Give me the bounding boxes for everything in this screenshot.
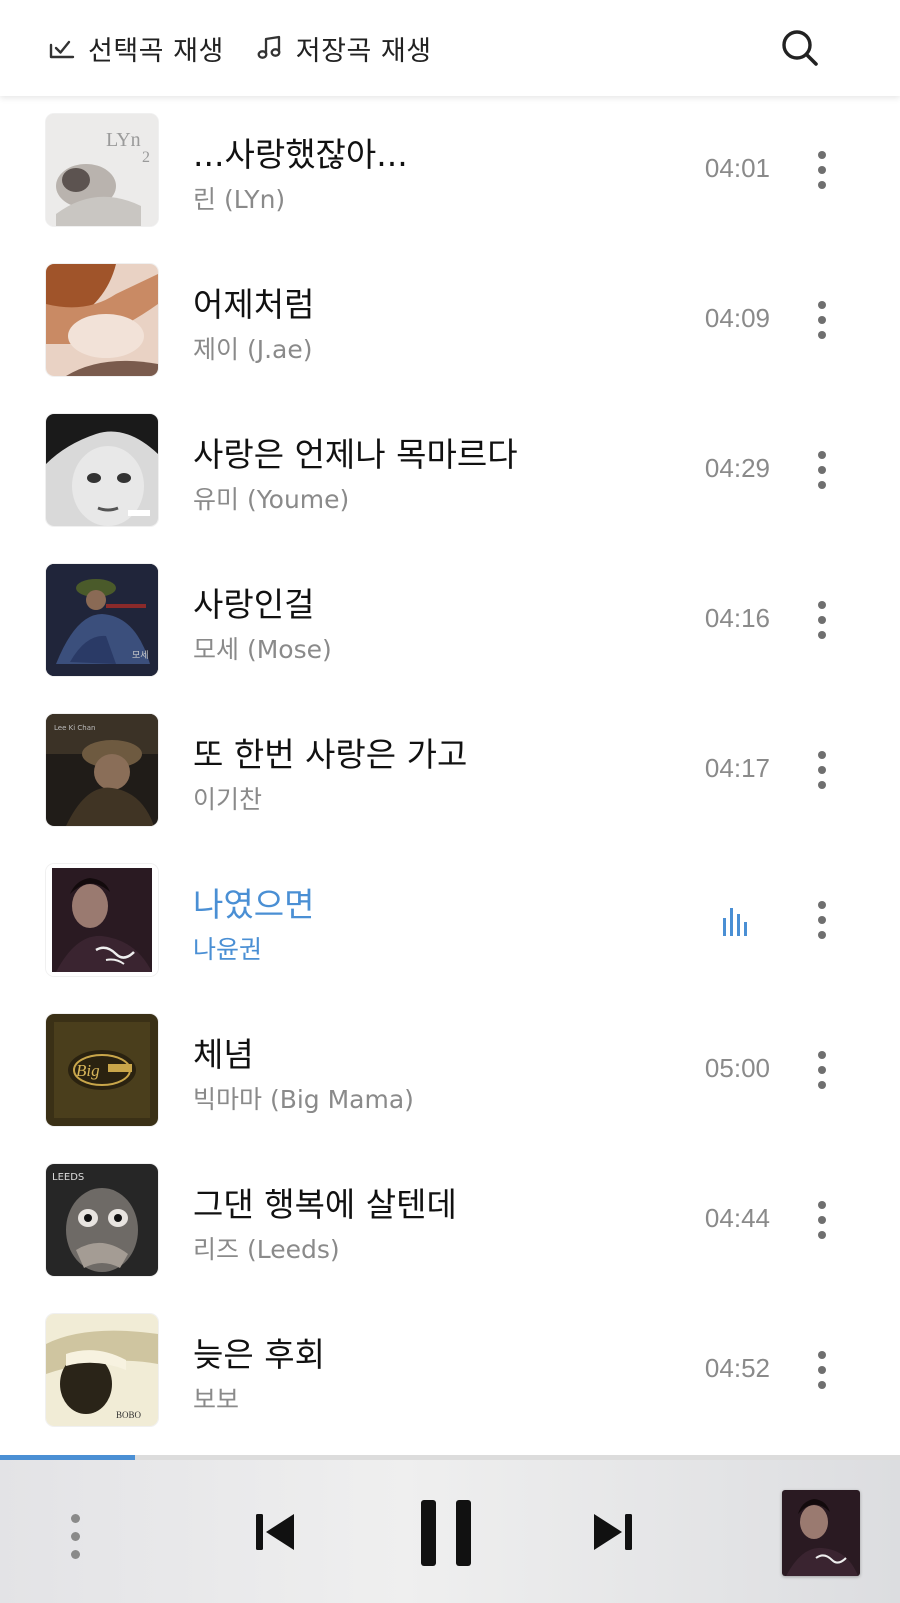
more-options-button[interactable] — [808, 742, 836, 798]
play-saved-label: 저장곡 재생 — [295, 35, 432, 67]
track-row[interactable]: 모세 사랑인걸 모세 (Mose) 04:16 — [0, 546, 900, 696]
track-duration: 04:09 — [704, 303, 770, 333]
track-row[interactable]: Lee Ki Chan 또 한번 사랑은 가고 이기찬 04:17 — [0, 696, 900, 846]
play-selected-button[interactable]: 선택곡 재생 — [46, 0, 224, 96]
track-artist: 모세 (Mose) — [193, 635, 332, 664]
album-art: LEEDS — [46, 1164, 158, 1276]
playback-progress-fill — [0, 1455, 135, 1460]
album-art: Lee Ki Chan — [46, 714, 158, 826]
track-duration: 04:29 — [704, 453, 770, 483]
music-note-icon — [254, 32, 286, 64]
track-artist: 린 (LYn) — [193, 185, 286, 214]
player-more-button[interactable] — [64, 1508, 86, 1564]
track-title: 사랑은 언제나 목마르다 — [193, 435, 518, 474]
more-options-button[interactable] — [808, 1342, 836, 1398]
now-playing-album-art[interactable] — [782, 1490, 860, 1576]
now-playing-equalizer-icon — [723, 908, 747, 936]
track-list: LYn 2 ...사랑했잖아... 린 (LYn) 04:01 어제처럼 제이 … — [0, 96, 900, 1446]
svg-text:Lee Ki Chan: Lee Ki Chan — [54, 724, 95, 732]
track-title: 나였으면 — [193, 885, 315, 924]
track-duration: 04:52 — [704, 1353, 770, 1383]
track-duration: 04:17 — [704, 753, 770, 783]
track-title: ...사랑했잖아... — [193, 135, 408, 174]
svg-text:모세: 모세 — [132, 650, 149, 661]
track-artist: 제이 (J.ae) — [193, 335, 313, 364]
album-art: Big — [46, 1014, 158, 1126]
track-row[interactable]: 사랑은 언제나 목마르다 유미 (Youme) 04:29 — [0, 396, 900, 546]
track-duration: 05:00 — [704, 1053, 770, 1083]
track-artist: 보보 — [193, 1385, 240, 1414]
pause-icon[interactable] — [418, 1498, 474, 1568]
album-art: 모세 — [46, 564, 158, 676]
previous-track-icon[interactable] — [252, 1508, 300, 1556]
album-art — [46, 414, 158, 526]
track-title: 늦은 후회 — [193, 1335, 325, 1374]
track-row[interactable]: LYn 2 ...사랑했잖아... 린 (LYn) 04:01 — [0, 96, 900, 246]
search-icon — [782, 30, 818, 66]
track-artist: 리즈 (Leeds) — [193, 1235, 340, 1264]
track-title: 또 한번 사랑은 가고 — [193, 735, 468, 774]
track-row[interactable]: BOBO 늦은 후회 보보 04:52 — [0, 1296, 900, 1446]
check-download-icon — [46, 32, 78, 64]
play-selected-label: 선택곡 재생 — [88, 35, 224, 67]
svg-text:LYn: LYn — [106, 129, 141, 151]
album-art — [46, 264, 158, 376]
album-art: BOBO — [46, 1314, 158, 1426]
search-button[interactable] — [778, 26, 822, 70]
track-title: 어제처럼 — [193, 285, 315, 324]
top-toolbar: 선택곡 재생 저장곡 재생 — [0, 0, 900, 96]
more-options-button[interactable] — [808, 292, 836, 348]
track-artist: 나윤권 — [193, 935, 263, 964]
track-title: 그댄 행복에 살텐데 — [193, 1185, 457, 1224]
svg-text:Big: Big — [76, 1061, 100, 1080]
track-row[interactable]: 어제처럼 제이 (J.ae) 04:09 — [0, 246, 900, 396]
svg-text:BOBO: BOBO — [116, 1410, 142, 1420]
track-artist: 유미 (Youme) — [193, 485, 350, 514]
track-artist: 이기찬 — [193, 785, 263, 814]
track-title: 사랑인걸 — [193, 585, 315, 624]
more-options-button[interactable] — [808, 592, 836, 648]
play-saved-button[interactable]: 저장곡 재생 — [254, 0, 432, 96]
playback-progress-bar[interactable] — [0, 1455, 900, 1460]
album-art — [46, 864, 158, 976]
more-options-button[interactable] — [808, 142, 836, 198]
track-duration: 04:01 — [704, 153, 770, 183]
track-row-now-playing[interactable]: 나였으면 나윤권 — [0, 846, 900, 996]
track-row[interactable]: LEEDS 그댄 행복에 살텐데 리즈 (Leeds) 04:44 — [0, 1146, 900, 1296]
album-art: LYn 2 — [46, 114, 158, 226]
track-duration: 04:44 — [704, 1203, 770, 1233]
svg-text:LEEDS: LEEDS — [52, 1172, 84, 1183]
svg-text:2: 2 — [142, 149, 150, 166]
track-title: 체념 — [193, 1035, 254, 1074]
more-options-button[interactable] — [808, 892, 836, 948]
track-row[interactable]: Big 체념 빅마마 (Big Mama) 05:00 — [0, 996, 900, 1146]
track-duration: 04:16 — [704, 603, 770, 633]
next-track-icon[interactable] — [588, 1508, 636, 1556]
track-artist: 빅마마 (Big Mama) — [193, 1085, 414, 1114]
more-options-button[interactable] — [808, 1042, 836, 1098]
more-options-button[interactable] — [808, 1192, 836, 1248]
more-options-button[interactable] — [808, 442, 836, 498]
